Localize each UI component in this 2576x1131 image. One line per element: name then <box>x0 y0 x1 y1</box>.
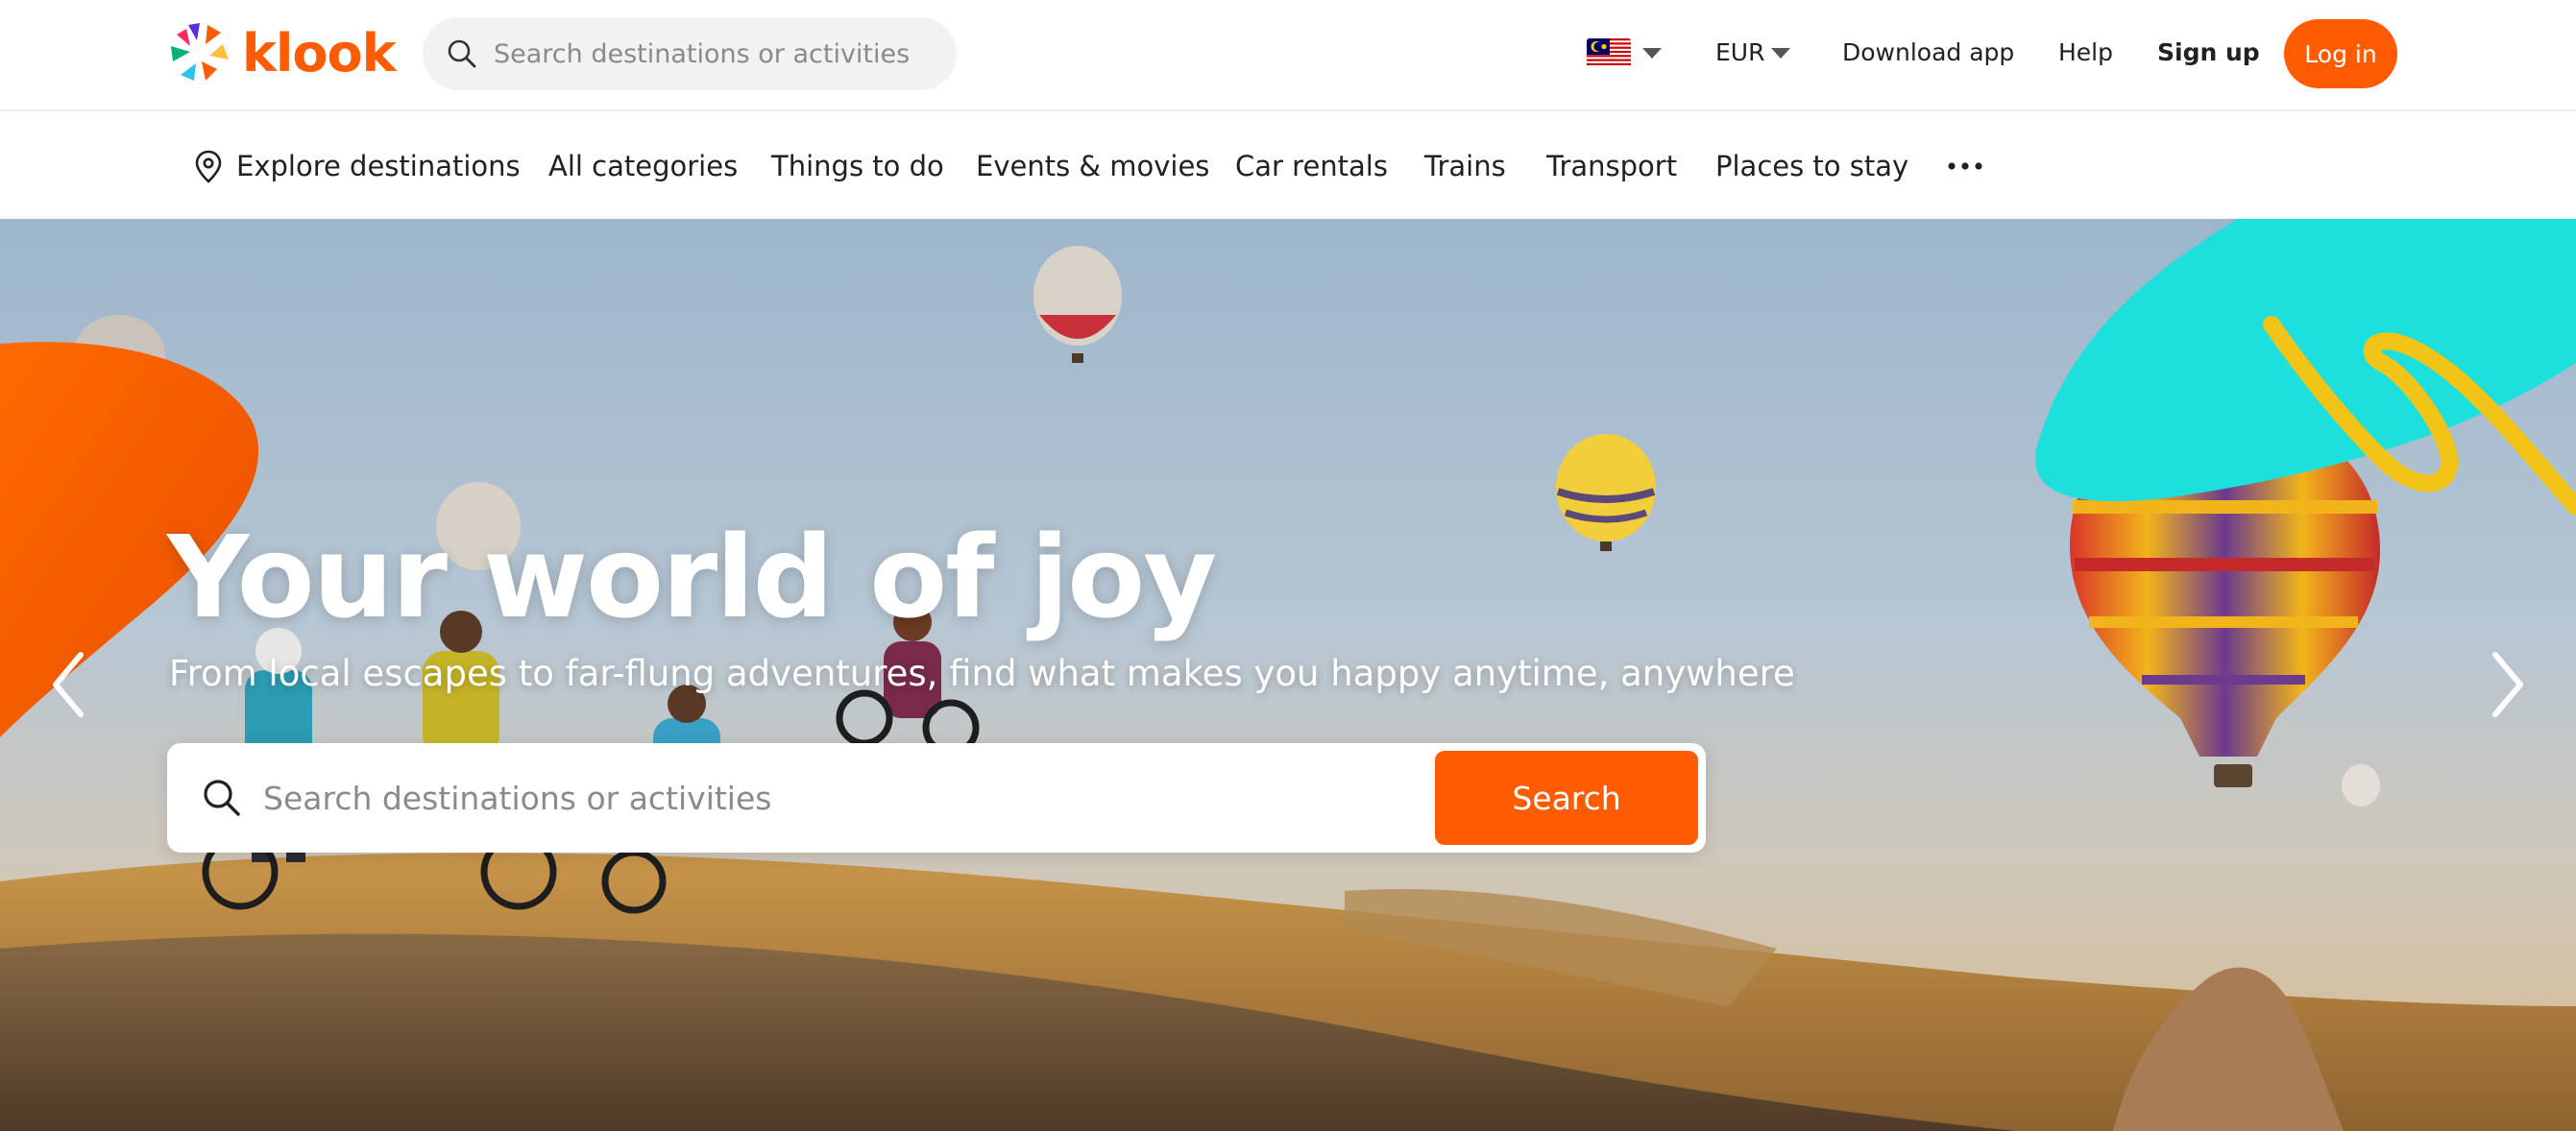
currency-selector[interactable]: EUR <box>1715 38 1764 66</box>
top-header: klook EUR Download app Help Sign up Log <box>0 0 2576 111</box>
header-search-box[interactable] <box>423 17 957 90</box>
download-app-link[interactable]: Download app <box>1842 38 2014 66</box>
hero-subtitle: From local escapes to far-flung adventur… <box>169 653 1795 694</box>
klook-logo-text: klook <box>242 22 397 84</box>
location-pin-icon <box>195 150 222 183</box>
language-flag-icon[interactable] <box>1587 38 1631 67</box>
nav-explore-destinations[interactable]: Explore destinations <box>236 150 521 182</box>
search-icon <box>204 780 240 816</box>
nav-all-categories[interactable]: All categories <box>548 150 738 182</box>
header-search-input[interactable] <box>494 38 945 69</box>
hero-title: Your world of joy <box>167 511 1217 643</box>
carousel-prev-arrow-icon[interactable] <box>42 641 100 728</box>
search-icon <box>448 39 476 68</box>
klook-logo[interactable]: klook <box>167 19 397 86</box>
nav-transport[interactable]: Transport <box>1546 150 1677 182</box>
nav-car-rentals[interactable]: Car rentals <box>1235 150 1388 182</box>
nav-events-movies[interactable]: Events & movies <box>976 150 1209 182</box>
more-options-icon[interactable] <box>1946 156 1984 177</box>
currency-chevron-down-icon[interactable] <box>1771 48 1790 59</box>
hero-search-input[interactable] <box>263 772 1579 824</box>
carousel-next-arrow-icon[interactable] <box>2476 641 2534 728</box>
nav-trains[interactable]: Trains <box>1424 150 1506 182</box>
help-link[interactable]: Help <box>2058 38 2113 66</box>
nav-places-to-stay[interactable]: Places to stay <box>1715 150 1908 182</box>
hero-search-box[interactable]: Search <box>167 743 1706 853</box>
search-button[interactable]: Search <box>1435 751 1698 845</box>
klook-logo-icon <box>171 23 229 81</box>
hero-banner: Your world of joy From local escapes to … <box>0 219 2576 1131</box>
sign-up-link[interactable]: Sign up <box>2157 38 2260 66</box>
category-nav: Explore destinations All categories Thin… <box>0 113 2576 219</box>
nav-things-to-do[interactable]: Things to do <box>771 150 944 182</box>
language-chevron-down-icon[interactable] <box>1642 48 1662 59</box>
log-in-button[interactable]: Log in <box>2284 19 2397 88</box>
